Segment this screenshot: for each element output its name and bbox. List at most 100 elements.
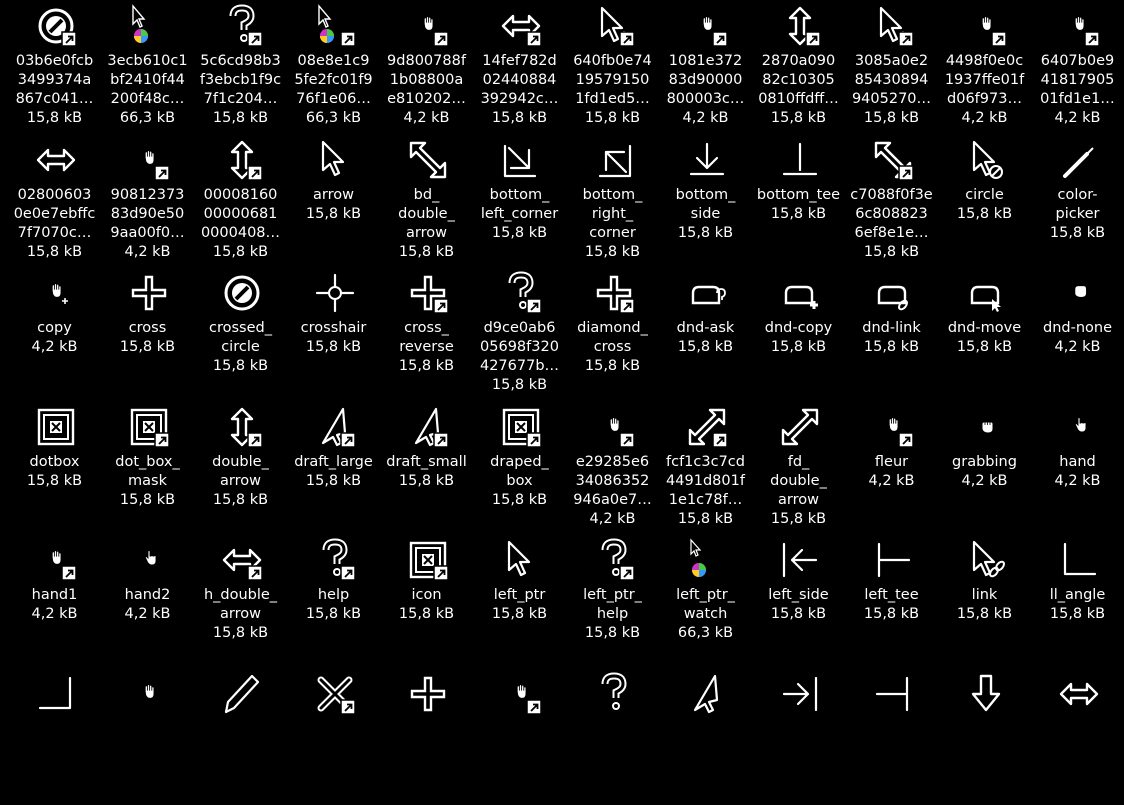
file-item[interactable]: ll_angle15,8 kB [1031, 538, 1124, 672]
file-item[interactable]: crosshair15,8 kB [287, 271, 380, 405]
file-item[interactable]: fleur4,2 kB [845, 405, 938, 539]
file-item[interactable]: dotbox15,8 kB [8, 405, 101, 539]
file-thumbnail [1031, 405, 1124, 453]
file-thumbnail [659, 405, 752, 453]
file-item[interactable]: draft_small15,8 kB [380, 405, 473, 539]
file-item[interactable]: d9ce0ab6 05698f320 427677b…15,8 kB [473, 271, 566, 405]
file-item[interactable]: left_ptr_ watch66,3 kB [659, 538, 752, 672]
file-item[interactable]: 2870a090 82c10305 0810ffdff…15,8 kB [752, 4, 845, 138]
file-name: double_ arrow [194, 453, 287, 491]
file-item[interactable]: left_ptr15,8 kB [473, 538, 566, 672]
file-item[interactable]: bottom_ side15,8 kB [659, 138, 752, 272]
file-name: copy [8, 319, 101, 338]
file-item[interactable]: left_side15,8 kB [752, 538, 845, 672]
arrow-circle-icon [966, 140, 1006, 180]
draft-icon [408, 407, 448, 447]
file-item[interactable]: 4498f0e0c 1937ffe01f d06f973…4,2 kB [938, 4, 1031, 138]
file-item[interactable]: diamond_ cross15,8 kB [566, 271, 659, 405]
file-name: draft_small [380, 453, 473, 472]
file-name: bottom_ right_ corner [566, 186, 659, 243]
file-name: 02800603 0e0e7ebffc 7f7070c… [8, 186, 101, 243]
file-item[interactable] [101, 672, 194, 805]
file-thumbnail [380, 271, 473, 319]
file-item[interactable] [1031, 672, 1124, 805]
file-item[interactable]: draped_ box15,8 kB [473, 405, 566, 539]
file-thumbnail [287, 672, 380, 720]
file-thumbnail [194, 271, 287, 319]
file-item[interactable]: fcf1c3c7cd 4491d801f 1e1c78f…15,8 kB [659, 405, 752, 539]
file-item[interactable]: 3ecb610c1 bf2410f44 200f48c…66,3 kB [101, 4, 194, 138]
file-item[interactable]: fd_ double_ arrow15,8 kB [752, 405, 845, 539]
file-item[interactable]: icon15,8 kB [380, 538, 473, 672]
file-item[interactable]: c7088f0f3e 6c808823 6ef8e1e…15,8 kB [845, 138, 938, 272]
file-item[interactable]: 08e8e1c9 5fe2fc01f9 76f1e06…66,3 kB [287, 4, 380, 138]
file-item[interactable]: left_ptr_ help15,8 kB [566, 538, 659, 672]
file-item[interactable]: hand4,2 kB [1031, 405, 1124, 539]
file-size: 15,8 kB [938, 338, 1031, 357]
file-item[interactable]: 1081e372 83d90000 800003c…4,2 kB [659, 4, 752, 138]
file-item[interactable]: hand24,2 kB [101, 538, 194, 672]
file-item[interactable] [659, 672, 752, 805]
file-item[interactable]: 9d800788f 1b08800a e810202…4,2 kB [380, 4, 473, 138]
file-item[interactable]: grabbing4,2 kB [938, 405, 1031, 539]
file-item[interactable]: copy4,2 kB [8, 271, 101, 405]
file-item[interactable] [8, 672, 101, 805]
file-item[interactable]: cross_ reverse15,8 kB [380, 271, 473, 405]
file-item[interactable] [287, 672, 380, 805]
file-item[interactable]: 00008160 00000681 0000408…15,8 kB [194, 138, 287, 272]
file-name: arrow [287, 186, 380, 205]
file-name: hand2 [101, 586, 194, 605]
file-item[interactable]: help15,8 kB [287, 538, 380, 672]
file-size: 15,8 kB [194, 624, 287, 643]
file-item[interactable]: dnd-move15,8 kB [938, 271, 1031, 405]
file-item[interactable]: bottom_tee15,8 kB [752, 138, 845, 272]
file-item[interactable]: h_double_ arrow15,8 kB [194, 538, 287, 672]
file-item[interactable]: bottom_ right_ corner15,8 kB [566, 138, 659, 272]
file-item[interactable]: color- picker15,8 kB [1031, 138, 1124, 272]
file-item[interactable]: dot_box_ mask15,8 kB [101, 405, 194, 539]
file-item[interactable]: double_ arrow15,8 kB [194, 405, 287, 539]
file-item[interactable]: hand14,2 kB [8, 538, 101, 672]
file-item[interactable]: bd_ double_ arrow15,8 kB [380, 138, 473, 272]
file-item[interactable] [938, 672, 1031, 805]
file-item[interactable]: dnd-link15,8 kB [845, 271, 938, 405]
file-item[interactable]: crossed_ circle15,8 kB [194, 271, 287, 405]
file-item[interactable]: 640fb0e74 19579150 1fd1ed5…15,8 kB [566, 4, 659, 138]
file-thumbnail [287, 138, 380, 186]
file-item[interactable]: bottom_ left_corner15,8 kB [473, 138, 566, 272]
file-item[interactable]: arrow15,8 kB [287, 138, 380, 272]
file-item[interactable]: circle15,8 kB [938, 138, 1031, 272]
crossed-circle-icon [36, 6, 76, 46]
file-item[interactable]: 5c6cd98b3 f3ebcb1f9c 7f1c204…15,8 kB [194, 4, 287, 138]
file-size: 4,2 kB [101, 605, 194, 624]
file-item[interactable]: draft_large15,8 kB [287, 405, 380, 539]
file-item[interactable]: link15,8 kB [938, 538, 1031, 672]
file-item[interactable]: cross15,8 kB [101, 271, 194, 405]
file-item[interactable]: 03b6e0fcb 3499374a 867c041…15,8 kB [8, 4, 101, 138]
file-item[interactable]: 02800603 0e0e7ebffc 7f7070c…15,8 kB [8, 138, 101, 272]
file-size: 4,2 kB [566, 510, 659, 529]
file-thumbnail [659, 538, 752, 586]
file-item[interactable]: dnd-ask15,8 kB [659, 271, 752, 405]
file-item[interactable]: 90812373 83d90e50 9aa00f0…4,2 kB [101, 138, 194, 272]
file-item[interactable] [845, 672, 938, 805]
file-thumbnail [194, 4, 287, 52]
file-name: cross_ reverse [380, 319, 473, 357]
help-icon [222, 6, 262, 46]
file-item[interactable]: left_tee15,8 kB [845, 538, 938, 672]
file-item[interactable] [194, 672, 287, 805]
file-item[interactable]: 14fef782d 02440884 392942c…15,8 kB [473, 4, 566, 138]
file-item[interactable]: 3085a0e2 85430894 9405270…15,8 kB [845, 4, 938, 138]
file-item[interactable] [380, 672, 473, 805]
file-item[interactable]: e29285e6 34086352 946a0e7…4,2 kB [566, 405, 659, 539]
file-name: left_ptr_ watch [659, 586, 752, 624]
file-item[interactable] [473, 672, 566, 805]
file-thumbnail [752, 138, 845, 186]
file-item[interactable] [752, 672, 845, 805]
file-size: 15,8 kB [101, 491, 194, 510]
file-thumbnail [845, 271, 938, 319]
file-item[interactable] [566, 672, 659, 805]
file-item[interactable]: 6407b0e9 41817905 01fd1e1…4,2 kB [1031, 4, 1124, 138]
file-item[interactable]: dnd-copy15,8 kB [752, 271, 845, 405]
file-item[interactable]: dnd-none4,2 kB [1031, 271, 1124, 405]
